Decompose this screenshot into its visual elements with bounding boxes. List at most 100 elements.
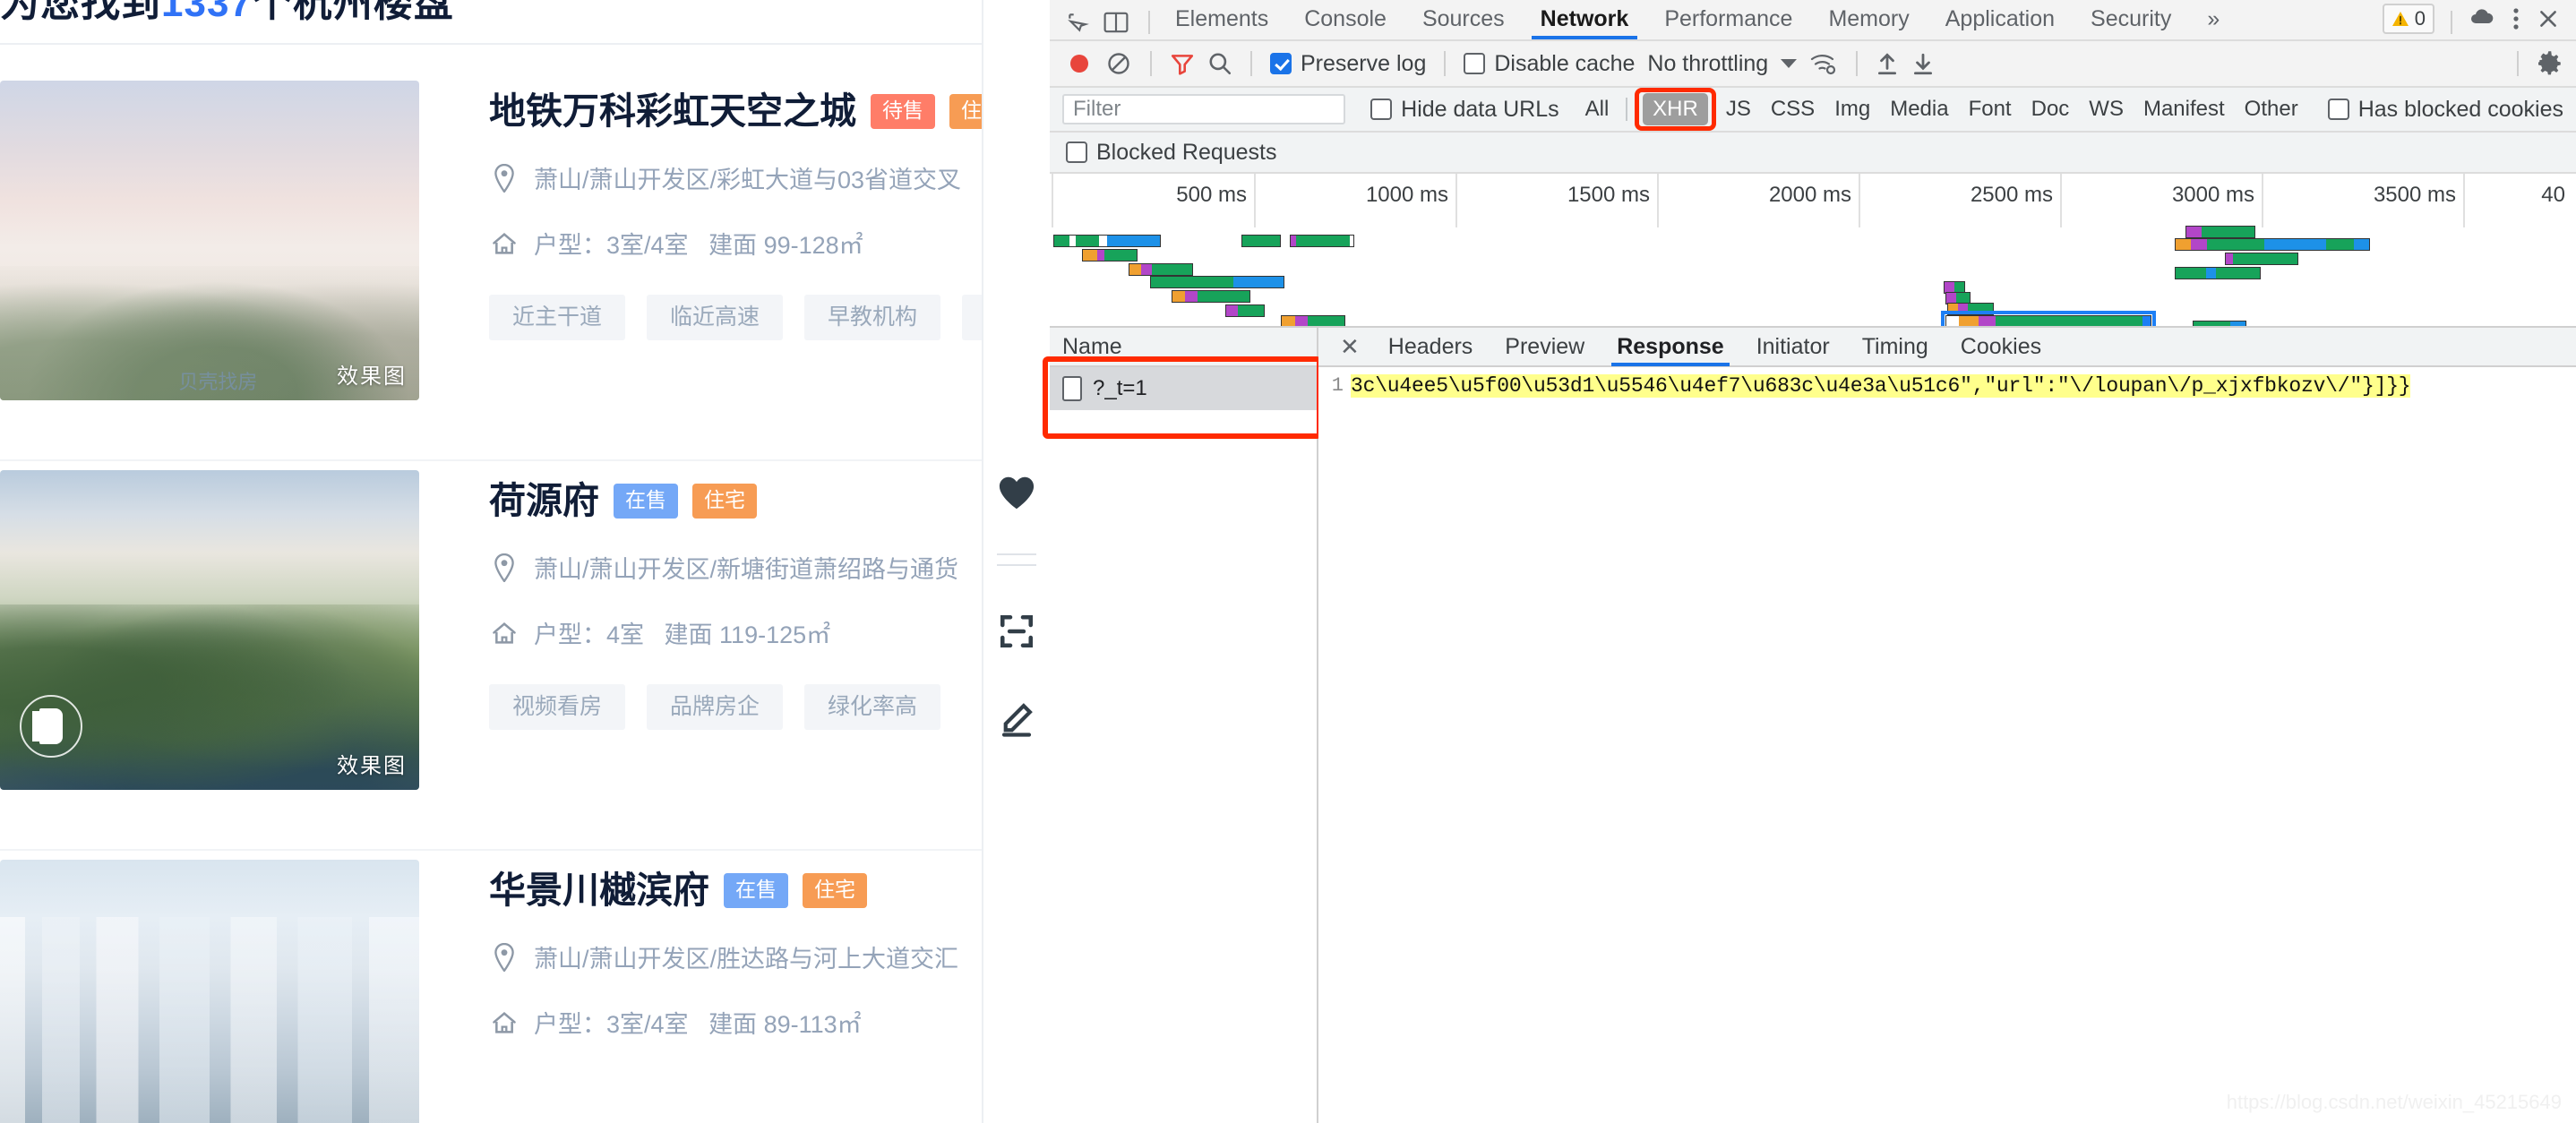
tab-sources[interactable]: Sources <box>1404 6 1523 39</box>
filter-type-ws[interactable]: WS <box>2079 93 2134 125</box>
feature-chip[interactable]: 临近高速 <box>647 295 784 340</box>
listing-address: 萧山/萧山开发区/胜达路与河上大道交汇 <box>534 946 959 973</box>
filter-icon[interactable] <box>1170 51 1195 76</box>
xhr-filter-highlight: XHR <box>1635 88 1716 131</box>
disable-cache-checkbox[interactable] <box>1464 53 1486 74</box>
filter-type-font[interactable]: Font <box>1959 93 2022 125</box>
close-detail-icon[interactable]: ✕ <box>1327 327 1372 366</box>
response-body[interactable]: 1 3c\u4ee5\u5f00\u53d1\u5546\u4ef7\u683c… <box>1318 367 2576 398</box>
listing-title[interactable]: 地铁万科彩虹天空之城 <box>489 93 856 130</box>
feature-chip[interactable]: 三甲医院 <box>962 295 982 340</box>
tab-response[interactable]: Response <box>1601 327 1739 366</box>
tab-headers[interactable]: Headers <box>1372 327 1490 366</box>
feature-chip[interactable]: 绿化率高 <box>804 684 941 730</box>
cloud-devices-icon[interactable] <box>2469 9 2495 29</box>
hide-data-urls-toggle[interactable]: Hide data URLs <box>1370 97 1559 123</box>
brand-logo-icon <box>20 695 82 758</box>
tab-application[interactable]: Application <box>1928 6 2073 39</box>
house-icon <box>489 231 519 256</box>
list-item[interactable]: 贝壳找房 效果图 地铁万科彩虹天空之城 待售 住宅 萧山/萧山开发区/彩虹大道与… <box>0 72 982 461</box>
location-pin-icon <box>489 942 519 972</box>
listing-layout-row: 户型：3室/4室 建面 99-128㎡ <box>489 226 982 261</box>
has-blocked-cookies-toggle[interactable]: Has blocked cookies <box>2327 96 2563 123</box>
feature-chip[interactable]: 品牌房企 <box>647 684 784 730</box>
warning-count: 0 <box>2414 7 2426 30</box>
filter-type-img[interactable]: Img <box>1825 93 1880 125</box>
tab-timing[interactable]: Timing <box>1846 327 1945 366</box>
has-blocked-cookies-label: Has blocked cookies <box>2357 96 2563 122</box>
filter-type-media[interactable]: Media <box>1880 93 1958 125</box>
warning-count-badge[interactable]: 0 <box>2382 4 2434 34</box>
more-options-icon[interactable] <box>2512 7 2520 30</box>
filter-type-all[interactable]: All <box>1576 93 1619 125</box>
tab-console[interactable]: Console <box>1286 6 1404 39</box>
clear-button[interactable] <box>1105 50 1132 77</box>
import-har-icon[interactable] <box>1876 51 1899 76</box>
export-har-icon[interactable] <box>1911 51 1935 76</box>
filter-type-xhr[interactable]: XHR <box>1643 93 1708 125</box>
tab-elements[interactable]: Elements <box>1157 6 1286 39</box>
feature-chip[interactable]: 视频看房 <box>489 684 626 730</box>
tab-security[interactable]: Security <box>2073 6 2189 39</box>
filter-type-js[interactable]: JS <box>1716 93 1761 125</box>
preserve-log-toggle[interactable]: Preserve log <box>1270 51 1426 77</box>
layout-value: 3室/4室 <box>606 1011 689 1038</box>
inspect-element-icon[interactable] <box>1066 11 1089 34</box>
tab-performance[interactable]: Performance <box>1646 6 1810 39</box>
location-pin-icon <box>489 553 519 582</box>
tab-memory[interactable]: Memory <box>1810 6 1927 39</box>
chevron-down-icon[interactable] <box>1781 59 1798 68</box>
tick-label: 2500 ms <box>1970 183 2053 207</box>
throttling-select[interactable]: No throttling <box>1647 51 1768 77</box>
has-blocked-cookies-checkbox[interactable] <box>2327 99 2349 120</box>
request-detail-pane: ✕ Headers Preview Response Initiator Tim… <box>1318 328 2576 1123</box>
filter-input[interactable]: Filter <box>1062 94 1346 124</box>
tab-cookies[interactable]: Cookies <box>1945 327 2057 366</box>
listing-address-row: 萧山/萧山开发区/新塘街道萧绍路与通货 <box>489 550 982 585</box>
close-icon[interactable] <box>2537 7 2560 30</box>
edit-icon[interactable] <box>998 700 1035 738</box>
record-button[interactable] <box>1066 50 1093 77</box>
filter-type-other[interactable]: Other <box>2235 93 2308 125</box>
area-value: 建面 89-113㎡ <box>708 1011 862 1038</box>
filter-type-manifest[interactable]: Manifest <box>2134 93 2235 125</box>
screenshot-icon[interactable] <box>998 613 1035 650</box>
network-conditions-icon[interactable] <box>1809 51 1838 76</box>
listing-title[interactable]: 华景川樾滨府 <box>489 872 709 909</box>
blocked-requests-toggle[interactable]: Blocked Requests <box>1066 140 1277 166</box>
blocked-requests-checkbox[interactable] <box>1066 141 1087 163</box>
device-toolbar-icon[interactable] <box>1103 12 1129 33</box>
listing-thumbnail[interactable]: 贝壳找房 <box>0 860 419 1123</box>
listing-title[interactable]: 荷源府 <box>489 483 599 519</box>
image-watermark: 贝壳找房 <box>178 371 258 393</box>
feature-chip[interactable]: 早教机构 <box>804 295 941 340</box>
favorite-heart-icon[interactable] <box>997 475 1036 510</box>
filter-type-css[interactable]: CSS <box>1761 93 1825 125</box>
response-text: 3c\u4ee5\u5f00\u53d1\u5546\u4ef7\u683c\u… <box>1351 374 2411 398</box>
image-type-badge: 效果图 <box>337 754 407 778</box>
tab-initiator[interactable]: Initiator <box>1740 327 1846 366</box>
listing-info: 地铁万科彩虹天空之城 待售 住宅 萧山/萧山开发区/彩虹大道与03省道交叉 <box>419 81 982 459</box>
listing-layout-row: 户型：4室 建面 119-125㎡ <box>489 615 982 650</box>
column-header-name[interactable]: Name <box>1050 328 1317 367</box>
area-value: 建面 119-125㎡ <box>664 622 831 648</box>
tab-network[interactable]: Network <box>1523 6 1647 39</box>
more-tabs-button[interactable]: » <box>2189 6 2237 39</box>
list-item[interactable]: 效果图 荷源府 在售 住宅 萧山/萧山开发区/新塘街道萧绍路与通货 户型：4室 … <box>0 461 982 851</box>
list-item[interactable]: 贝壳找房 华景川樾滨府 在售 住宅 萧山/萧山开发区/胜达路与河上大道交汇 <box>0 851 982 1123</box>
search-icon[interactable] <box>1207 51 1232 76</box>
settings-gear-icon[interactable] <box>2537 50 2563 77</box>
disable-cache-toggle[interactable]: Disable cache <box>1464 51 1635 77</box>
network-overview[interactable]: 500 ms 1000 ms 1500 ms 2000 ms 2500 ms 3… <box>1050 174 2576 328</box>
listing-thumbnail[interactable]: 效果图 <box>0 470 419 790</box>
feature-chip[interactable]: 近主干道 <box>489 295 626 340</box>
table-row[interactable]: ?_t=1 <box>1050 367 1317 410</box>
preserve-log-checkbox[interactable] <box>1270 53 1292 74</box>
listing-thumbnail[interactable]: 贝壳找房 效果图 <box>0 81 419 400</box>
divider <box>2451 11 2452 34</box>
hide-data-urls-checkbox[interactable] <box>1370 99 1393 120</box>
tab-preview[interactable]: Preview <box>1489 327 1601 366</box>
filter-type-doc[interactable]: Doc <box>2022 93 2080 125</box>
document-icon <box>1062 376 1082 401</box>
layout-label: 户型： <box>534 622 606 648</box>
